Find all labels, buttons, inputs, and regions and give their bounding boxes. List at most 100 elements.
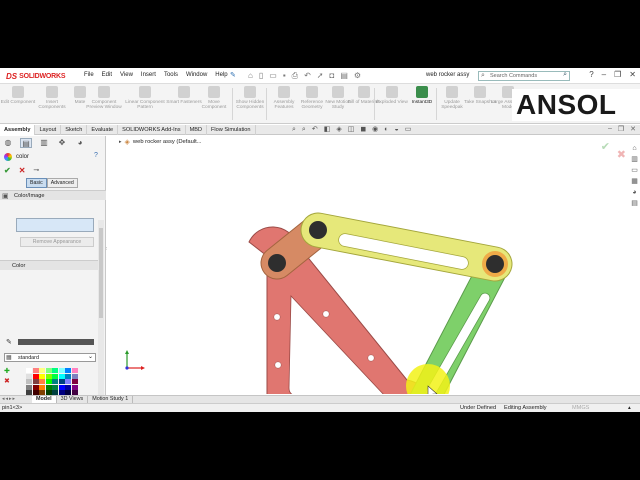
search-commands-box[interactable]: ⌕ Search Commands ⌕ <box>478 71 570 81</box>
palette-swatch[interactable] <box>65 379 71 384</box>
help-icon[interactable]: ? <box>589 70 593 79</box>
palette-swatch[interactable] <box>52 379 58 384</box>
apply-scene-icon[interactable]: ◒ <box>395 126 399 134</box>
palette-swatch[interactable] <box>58 384 65 390</box>
palette-swatch[interactable] <box>45 368 52 373</box>
display-manager-tab-icon[interactable]: ◕ <box>74 138 86 148</box>
pin-top-right[interactable] <box>486 255 504 273</box>
appearances-icon[interactable]: ◕ <box>630 188 639 197</box>
palette-swatch[interactable] <box>32 379 39 384</box>
palette-swatch[interactable] <box>65 384 71 390</box>
hide-show-items-icon[interactable]: ◉ <box>372 126 378 134</box>
property-manager-tab-icon[interactable]: ▤ <box>20 138 32 148</box>
scrollbar-thumb[interactable] <box>99 228 103 318</box>
remove-swatch-icon[interactable]: ✖ <box>4 378 10 386</box>
edit-appearance-icon[interactable]: ◐ <box>384 126 388 134</box>
linear-component-pattern-button[interactable]: Linear Component Pattern <box>120 86 170 111</box>
palette-swatch[interactable] <box>39 373 45 379</box>
view-orientation-icon[interactable]: ◫ <box>348 126 355 134</box>
dynamic-annotation-icon[interactable]: ◈ <box>336 126 341 134</box>
tab-assembly[interactable]: Assembly <box>0 125 36 135</box>
palette-swatch[interactable] <box>45 384 52 390</box>
pin-menu-icon[interactable]: ✎ <box>230 71 236 79</box>
new-document-icon[interactable]: ▯ <box>259 71 263 80</box>
menu-window[interactable]: Window <box>186 72 207 78</box>
basic-mode-button[interactable]: Basic <box>26 178 47 188</box>
palette-swatch[interactable] <box>52 368 58 373</box>
menu-insert[interactable]: Insert <box>141 72 156 78</box>
print-icon[interactable]: ⎙ <box>292 71 298 80</box>
palette-swatch[interactable] <box>71 384 78 390</box>
solidworks-resources-icon[interactable]: ⌂ <box>630 144 639 153</box>
pin-left[interactable] <box>268 254 286 272</box>
selected-geometry-list[interactable] <box>16 218 94 232</box>
view-settings-icon[interactable]: ▭ <box>405 126 412 134</box>
zoom-to-fit-icon[interactable]: ⌕ <box>292 126 296 134</box>
tab-model[interactable]: Model <box>32 396 57 403</box>
palette-swatch[interactable] <box>71 368 78 373</box>
palette-swatch[interactable] <box>58 368 65 373</box>
options-icon[interactable]: ⚙ <box>354 71 361 80</box>
design-library-icon[interactable]: ▥ <box>630 155 639 164</box>
tab-3d-views[interactable]: 3D Views <box>57 396 89 403</box>
palette-swatch[interactable] <box>58 373 65 379</box>
section-view-icon[interactable]: ◧ <box>324 126 331 134</box>
close-icon[interactable]: ✕ <box>629 70 636 79</box>
cancel-x-icon[interactable]: ✕ <box>19 166 26 175</box>
palette-swatch[interactable] <box>39 384 45 390</box>
open-icon[interactable]: ▭ <box>269 71 277 80</box>
component-preview-button[interactable]: Component Preview Window <box>86 86 122 111</box>
palette-swatch[interactable] <box>71 379 78 384</box>
palette-swatch[interactable] <box>65 373 71 379</box>
display-style-icon[interactable]: ◼ <box>360 126 366 134</box>
color-section-header[interactable]: Color <box>0 260 98 270</box>
rebuild-icon[interactable]: ◘ <box>329 71 334 80</box>
palette-swatch[interactable] <box>32 368 39 373</box>
configuration-manager-tab-icon[interactable]: ▥ <box>38 138 50 148</box>
tab-evaluate[interactable]: Evaluate <box>87 125 119 135</box>
palette-swatch[interactable] <box>52 384 58 390</box>
panel-scrollbar[interactable] <box>98 220 104 410</box>
help-icon[interactable]: ? <box>94 152 98 159</box>
status-units[interactable]: MMGS <box>572 405 589 412</box>
top-link-part[interactable] <box>300 212 513 282</box>
palette-swatch[interactable] <box>45 379 52 384</box>
palette-swatch[interactable] <box>39 379 45 384</box>
ok-check-icon[interactable]: ✔ <box>4 166 11 175</box>
pin-top-left[interactable] <box>309 221 327 239</box>
graphics-area[interactable]: ▸ ◈ web rocker assy (Default... ✔ ✖ ⌂ ▥ … <box>107 136 640 394</box>
search-icon[interactable]: ⌕ <box>563 71 567 79</box>
save-icon[interactable]: ▪ <box>283 71 286 80</box>
palette-swatch[interactable] <box>32 373 39 379</box>
minimize-icon[interactable]: – <box>602 70 606 79</box>
menu-edit[interactable]: Edit <box>102 72 112 78</box>
add-swatch-icon[interactable]: ✚ <box>4 368 10 376</box>
palette-swatch[interactable] <box>52 373 58 379</box>
edit-component-button[interactable]: Edit Component <box>0 86 36 105</box>
tab-solidworks-addins[interactable]: SOLIDWORKS Add-Ins <box>118 125 186 135</box>
viewport-restore-icon[interactable]: ❐ <box>618 125 624 133</box>
confirmation-ok-icon[interactable]: ✔ <box>601 140 610 153</box>
palette-swatch[interactable] <box>65 368 71 373</box>
pushpin-icon[interactable]: ⊸ <box>33 166 39 175</box>
rocker-assembly-model[interactable] <box>107 136 640 394</box>
remove-appearance-button[interactable]: Remove Appearance <box>20 237 94 247</box>
solidworks-logo[interactable]: DS SOLIDWORKS <box>6 71 66 81</box>
menu-tools[interactable]: Tools <box>164 72 178 78</box>
home-icon[interactable]: ⌂ <box>248 71 253 80</box>
search-input[interactable]: Search Commands <box>490 73 537 79</box>
search-scope-icon[interactable]: ⌕ <box>481 72 485 80</box>
tab-sketch[interactable]: Sketch <box>61 125 88 135</box>
status-options-icon[interactable]: ▴ <box>628 405 631 412</box>
zoom-area-icon[interactable]: ⌕ <box>302 126 306 134</box>
color-image-tab[interactable]: ▣ Color/Image <box>0 190 106 200</box>
palette-swatch[interactable] <box>45 373 52 379</box>
palette-swatch[interactable] <box>26 373 32 379</box>
palette-swatch[interactable] <box>58 379 65 384</box>
menu-file[interactable]: File <box>84 72 94 78</box>
move-component-button[interactable]: Move Component <box>196 86 232 111</box>
menu-help[interactable]: Help <box>215 72 227 78</box>
menu-view[interactable]: View <box>120 72 133 78</box>
undo-icon[interactable]: ↶ <box>304 71 311 80</box>
custom-properties-icon[interactable]: ▤ <box>630 199 639 208</box>
